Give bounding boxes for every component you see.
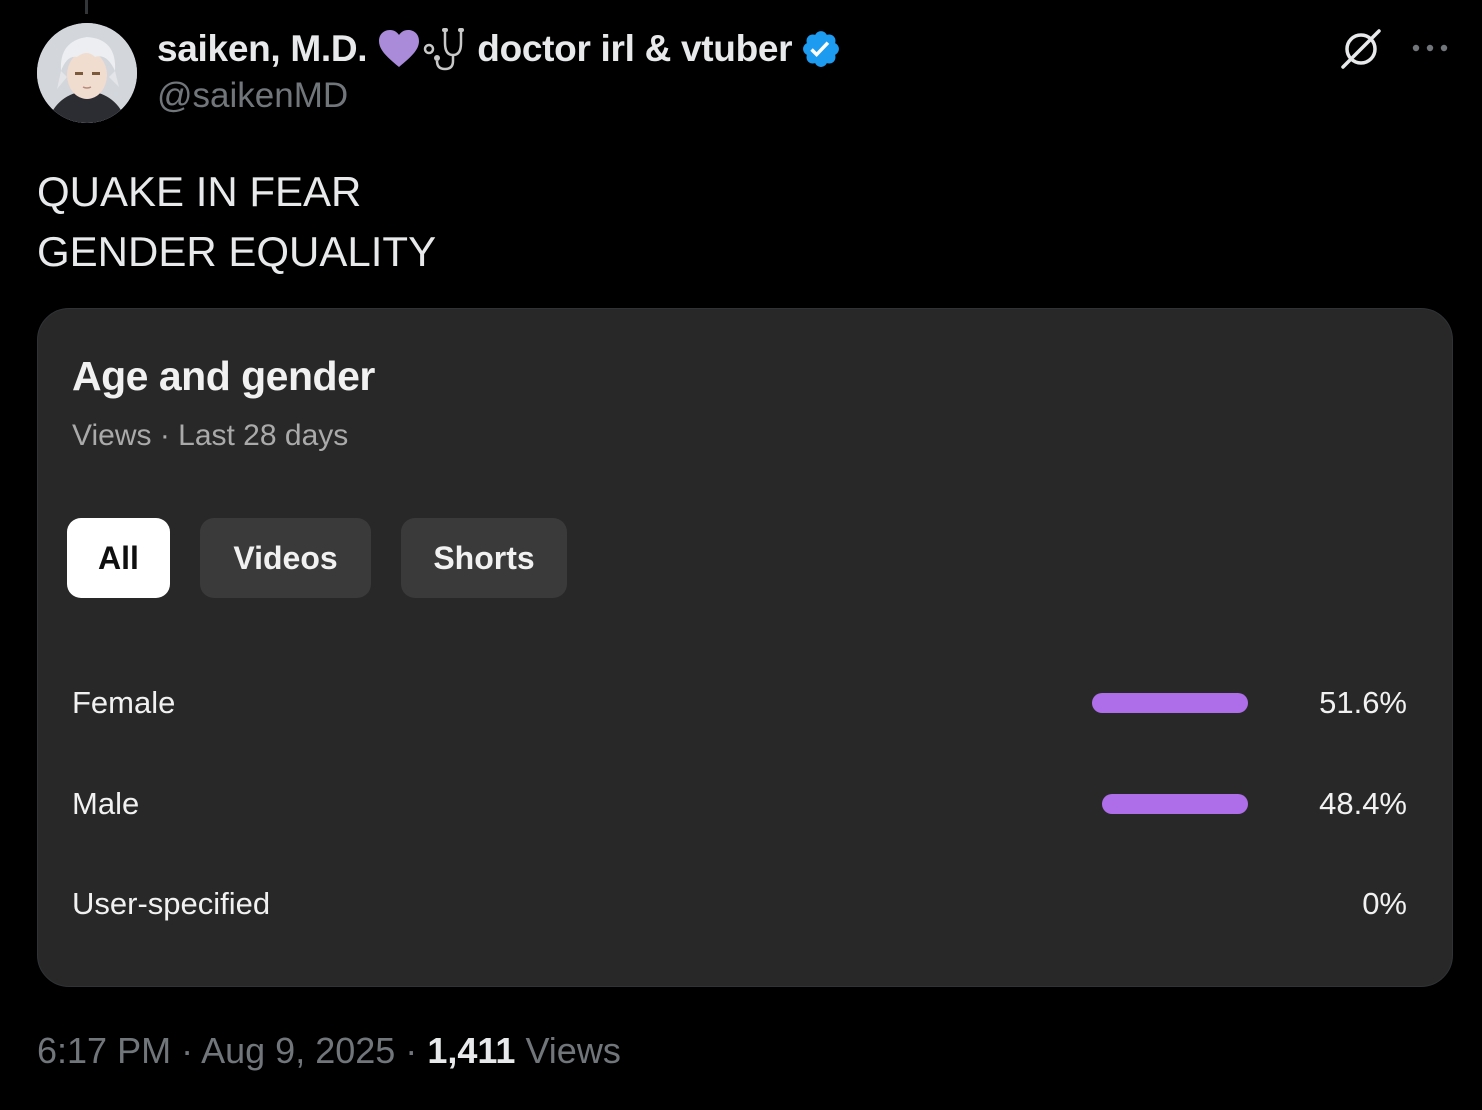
row-label: Male (72, 786, 140, 821)
row-value: 48.4% (1319, 786, 1407, 821)
verified-badge-icon[interactable] (800, 28, 842, 70)
views-label: Views (525, 1030, 621, 1071)
author-name-row[interactable]: saiken, M.D. doctor irl & vtuber (157, 22, 842, 76)
thread-connector-line (85, 0, 88, 14)
tweet-text-line-2: GENDER EQUALITY (37, 228, 437, 275)
bar-fill-male (1102, 794, 1248, 814)
tweet-text-line-1: QUAKE IN FEAR (37, 168, 362, 215)
card-title: Age and gender (72, 353, 375, 399)
views-count: 1,411 (427, 1030, 516, 1071)
gender-row-male: Male 48.4% (72, 784, 1407, 824)
display-name-suffix[interactable]: doctor irl & vtuber (477, 28, 792, 70)
separator: · (405, 1030, 418, 1071)
avatar-image (37, 23, 137, 123)
row-label: Female (72, 685, 176, 720)
tweet-time[interactable]: 6:17 PM (37, 1030, 171, 1071)
tweet-text: QUAKE IN FEAR GENDER EQUALITY (37, 162, 436, 282)
tab-all[interactable]: All (67, 518, 170, 598)
media-attachment[interactable]: Age and gender Views · Last 28 days All … (37, 308, 1453, 987)
gender-row-female: Female 51.6% (72, 683, 1407, 723)
gender-row-user-specified: User-specified 0% (72, 884, 1407, 924)
display-name[interactable]: saiken, M.D. (157, 28, 368, 70)
tab-videos[interactable]: Videos (200, 518, 371, 598)
row-label: User-specified (72, 886, 271, 921)
bar-fill-female (1092, 693, 1248, 713)
avatar[interactable] (37, 23, 137, 123)
tab-shorts[interactable]: Shorts (401, 518, 567, 598)
grok-icon[interactable] (1338, 26, 1384, 72)
row-value: 0% (1362, 886, 1407, 921)
author-handle[interactable]: @saikenMD (157, 76, 348, 116)
purple-heart-icon (377, 29, 421, 69)
tweet-date[interactable]: Aug 9, 2025 (201, 1030, 395, 1071)
separator: · (181, 1030, 194, 1071)
card-subtitle: Views · Last 28 days (72, 419, 349, 452)
bar-track (1092, 794, 1292, 814)
bar-track (1092, 693, 1292, 713)
stethoscope-icon (423, 27, 469, 71)
tweet-meta: 6:17 PM · Aug 9, 2025 · 1,411 Views (37, 1030, 621, 1072)
row-value: 51.6% (1319, 685, 1407, 720)
bar-track (1092, 894, 1292, 914)
more-options-icon[interactable] (1410, 38, 1450, 58)
